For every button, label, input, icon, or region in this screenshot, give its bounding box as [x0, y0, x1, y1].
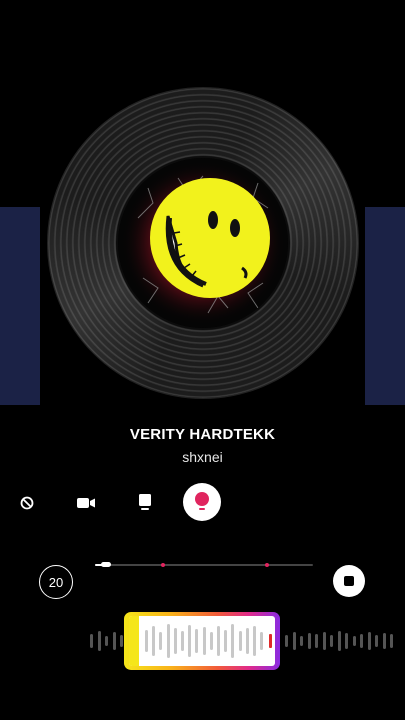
smiley-face-icon	[118, 158, 288, 328]
mode-record-button[interactable]	[183, 483, 221, 521]
trim-waveform-bar	[166, 624, 170, 658]
waveform-bar	[367, 632, 371, 650]
waveform-bar	[360, 634, 363, 648]
waveform-bar	[120, 635, 123, 647]
progress-knob[interactable]	[100, 562, 111, 567]
trim-waveform-bar	[224, 630, 228, 652]
video-camera-icon	[77, 498, 95, 508]
trim-waveform-bar	[159, 632, 163, 650]
progress-marker[interactable]	[160, 563, 165, 567]
trim-waveform-bar	[145, 630, 148, 652]
trim-waveform-bar	[195, 629, 199, 653]
left-side-panel	[0, 207, 40, 405]
trim-waveform-bar	[253, 626, 256, 656]
trim-waveform-bar	[181, 631, 184, 651]
waveform-bar	[105, 636, 108, 646]
vinyl-record	[48, 88, 358, 398]
trim-waveform-bar	[188, 625, 192, 657]
progress-marker[interactable]	[265, 563, 270, 567]
waveform-bar	[112, 632, 116, 650]
trim-selector-window	[129, 616, 275, 666]
waveform-bar	[330, 635, 333, 647]
timer-button[interactable]: 20	[39, 565, 73, 599]
waveform-bar	[97, 631, 101, 651]
waveform-bar	[345, 633, 348, 649]
trim-waveform-bar	[202, 627, 206, 655]
waveform-bar	[382, 633, 386, 649]
trim-waveform-bar	[231, 624, 235, 658]
trim-waveform-bar	[245, 628, 249, 654]
mode-no-camera-button[interactable]	[17, 493, 37, 513]
trim-waveform-bar	[209, 632, 213, 650]
cancel-icon	[20, 496, 34, 510]
microphone-icon	[195, 492, 209, 510]
trim-waveform-bar	[238, 631, 242, 651]
waveform-bar	[337, 631, 341, 651]
waveform-bar	[307, 633, 311, 649]
waveform-bar	[322, 632, 326, 650]
waveform-bar	[352, 636, 356, 646]
mode-photo-button[interactable]	[136, 491, 154, 513]
track-artist[interactable]: shxnei	[0, 449, 405, 465]
waveform-bar	[292, 632, 296, 650]
mode-video-button[interactable]	[74, 493, 98, 513]
timer-label: 20	[48, 574, 64, 590]
waveform-bar	[285, 635, 288, 647]
trim-waveform-bar	[260, 632, 264, 650]
stop-button[interactable]	[333, 565, 365, 597]
waveform-bar	[390, 634, 393, 648]
trim-left-handle[interactable]	[129, 616, 139, 666]
waveform-bar	[300, 636, 303, 646]
waveform-bar	[375, 635, 378, 647]
track-title: VERITY HARDTEKK	[129, 426, 276, 443]
trim-waveform-bar	[152, 626, 156, 656]
stop-icon	[344, 576, 354, 586]
waveform-bar	[90, 634, 93, 648]
trim-waveform-bar	[173, 628, 177, 654]
album-cover	[118, 158, 288, 328]
waveform-bar	[315, 634, 318, 648]
right-side-panel	[365, 207, 405, 405]
trim-waveform-bar	[217, 626, 220, 656]
playhead-cursor[interactable]	[268, 634, 272, 648]
trim-selector[interactable]	[124, 612, 280, 670]
portrait-photo-icon	[139, 494, 151, 510]
progress-track[interactable]	[95, 562, 313, 567]
